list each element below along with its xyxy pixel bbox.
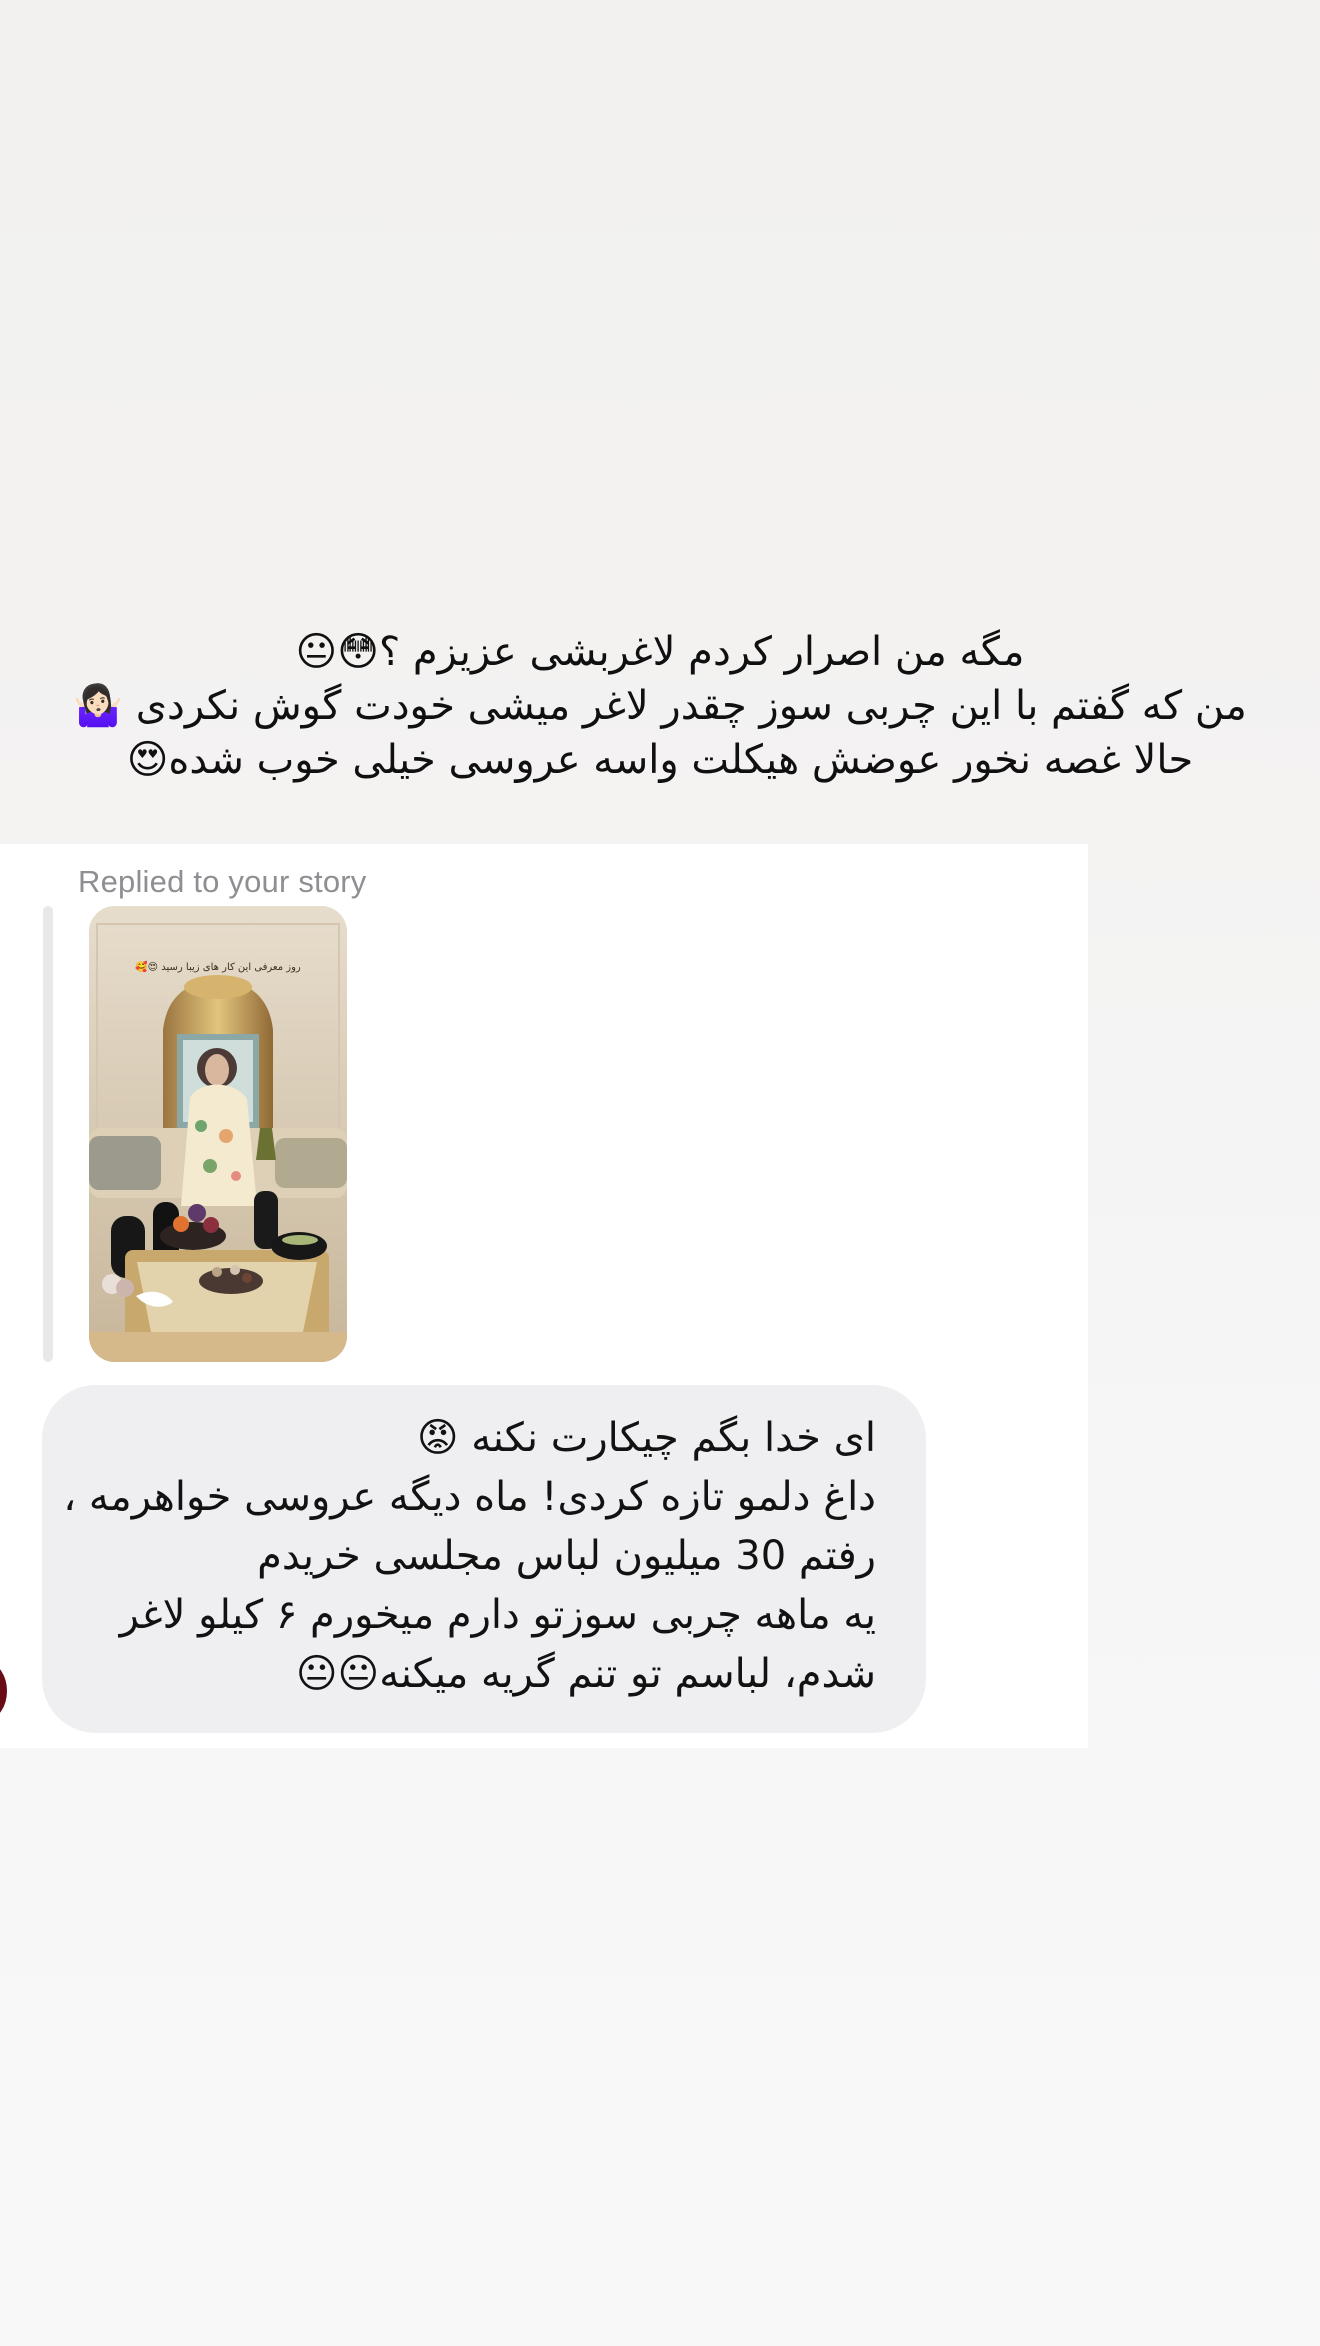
reply-label: Replied to your story	[78, 864, 367, 899]
story-reply-rail	[43, 906, 53, 1362]
story-thumbnail[interactable]: روز معرفی این کار های زیبا رسید 😍🥰	[89, 906, 347, 1362]
caption-line-3: حالا غصه نخور عوضش هیکلت واسه عروسی خیلی…	[126, 737, 1194, 783]
caption-line-2: من که گفتم با این چربی سوز چقدر لاغر میش…	[73, 683, 1247, 729]
instagram-direct-message-screen: مگه من اصرار کردم لاغربشی عزیزم ؟😳😐 من ک…	[0, 0, 1320, 2346]
message-line-3: رفتم 30 میلیون لباس مجلسی خریدم	[257, 1533, 876, 1579]
message-line-2: داغ دلمو تازه کردی! ماه دیگه عروسی خواهر…	[63, 1474, 876, 1520]
received-message-bubble[interactable]: ای خدا بگم چیکارت نکنه 😡 داغ دلمو تازه ک…	[42, 1385, 926, 1733]
caption-line-1: مگه من اصرار کردم لاغربشی عزیزم ؟😳😐	[295, 629, 1025, 675]
story-image	[89, 906, 347, 1362]
story-caption: مگه من اصرار کردم لاغربشی عزیزم ؟😳😐 من ک…	[0, 625, 1320, 805]
message-line-1: ای خدا بگم چیکارت نکنه 😡	[416, 1415, 876, 1461]
message-thread-card: Replied to your story روز معرفی این کار …	[0, 844, 1088, 1748]
message-line-5: شدم، لباسم تو تنم گریه میکنه😐😐	[295, 1651, 876, 1697]
story-overlay-text: روز معرفی این کار های زیبا رسید 😍🥰	[135, 962, 301, 973]
message-line-4: یه ماهه چربی سوزتو دارم میخورم ۶ کیلو لا…	[119, 1592, 876, 1638]
